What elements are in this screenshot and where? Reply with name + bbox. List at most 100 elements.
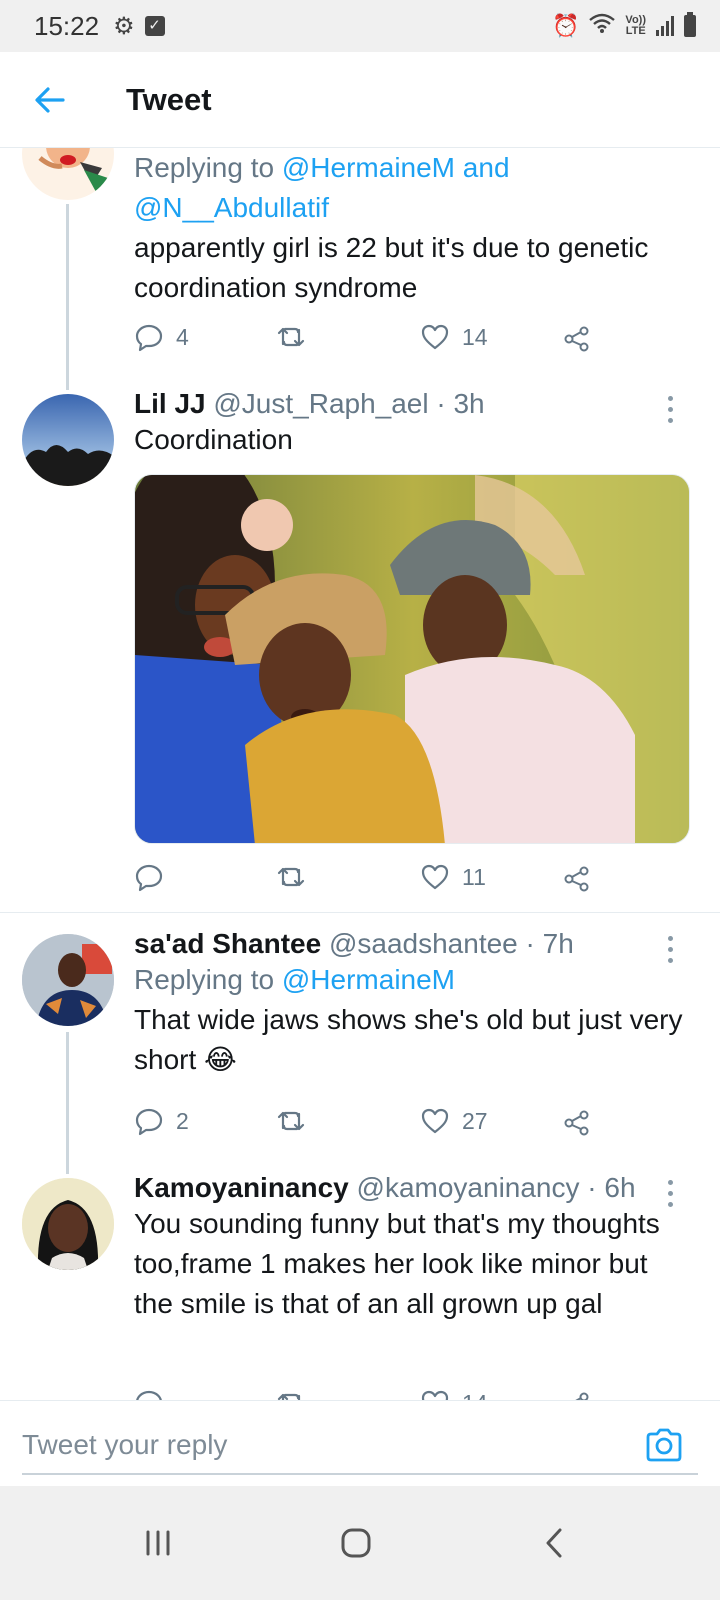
reply-input[interactable]: Tweet your reply: [22, 1415, 698, 1475]
status-bar: 15:22 ⚙ ✓ ⏰ Vo)) LTE: [0, 0, 720, 52]
like-icon: [421, 1108, 449, 1134]
user-name[interactable]: sa'ad Shantee: [134, 928, 321, 959]
alarm-icon: ⏰: [552, 13, 580, 38]
like-icon: [421, 1390, 449, 1400]
home-button[interactable]: [326, 1518, 386, 1568]
reply-button[interactable]: 2: [134, 1106, 189, 1136]
share-icon: [564, 866, 589, 892]
retweet-button[interactable]: [276, 322, 306, 352]
share-button[interactable]: [562, 1388, 592, 1400]
tweet-text: Coordination: [134, 424, 293, 455]
tweet-photo[interactable]: [134, 474, 690, 844]
app-header: Tweet: [0, 52, 720, 148]
reply-button[interactable]: 4: [134, 322, 189, 352]
back-icon: [546, 1528, 562, 1558]
reply-icon: [136, 1390, 162, 1400]
tweet-text: apparently girl is 22 but it's due to ge…: [134, 232, 649, 303]
reply-prefix: Replying to: [134, 152, 275, 183]
tweet-body: Lil JJ @Just_Raph_ael · 3h Coordination: [134, 388, 694, 460]
like-count: 27: [462, 1107, 488, 1134]
reply-icon: [135, 864, 163, 892]
user-handle[interactable]: @saadshantee · 7h: [329, 928, 574, 959]
share-icon: [564, 326, 589, 352]
tweet-header: sa'ad Shantee @saadshantee · 7h: [134, 928, 694, 960]
home-icon: [341, 1528, 371, 1558]
like-icon: [421, 864, 449, 890]
lte-bottom-label: LTE: [625, 25, 646, 37]
reply-button[interactable]: [134, 862, 176, 892]
like-button[interactable]: 14: [420, 322, 488, 352]
retweet-button[interactable]: [276, 1106, 306, 1136]
user-handle[interactable]: @kamoyaninancy · 6h: [357, 1172, 636, 1203]
tweet-3[interactable]: sa'ad Shantee @saadshantee · 7h Replying…: [0, 928, 720, 1174]
wifi-icon: [589, 13, 616, 39]
tweet-text: That wide jaws shows she's old but just …: [134, 1000, 694, 1080]
retweet-icon: [277, 1393, 301, 1400]
lte-indicator: Vo)) LTE: [625, 15, 646, 37]
tweet-actions: 2 27: [134, 1106, 614, 1146]
reply-prefix: Replying to: [134, 964, 275, 995]
tweet-body: Replying to @HermaineM and @N__Abdullati…: [134, 148, 694, 308]
share-button[interactable]: [562, 322, 592, 352]
share-icon: [575, 1392, 589, 1400]
more-icon[interactable]: [660, 396, 680, 423]
retweet-button[interactable]: [276, 862, 306, 892]
tweet-actions: 14: [134, 1388, 614, 1400]
like-button[interactable]: 11: [420, 862, 486, 892]
camera-icon: [646, 1428, 682, 1462]
like-button[interactable]: 14: [420, 1388, 488, 1400]
avatar[interactable]: [22, 148, 114, 200]
tweet-4[interactable]: Kamoyaninancy @kamoyaninancy · 6h You so…: [0, 1172, 720, 1400]
user-handle[interactable]: @Just_Raph_ael · 3h: [213, 388, 484, 419]
share-button[interactable]: [562, 862, 592, 892]
system-back-button[interactable]: [524, 1518, 584, 1568]
user-name[interactable]: Kamoyaninancy: [134, 1172, 349, 1203]
share-icon: [564, 1110, 589, 1136]
tweet-header: Kamoyaninancy @kamoyaninancy · 6h: [134, 1172, 694, 1204]
thread-line: [66, 204, 69, 390]
camera-button[interactable]: [644, 1425, 684, 1465]
share-button[interactable]: [562, 1106, 592, 1136]
reply-button[interactable]: [134, 1388, 176, 1400]
tweet-header: Lil JJ @Just_Raph_ael · 3h: [134, 388, 694, 420]
replying-to: Replying to @HermaineM and @N__Abdullati…: [134, 148, 694, 228]
reply-and: and: [462, 152, 510, 183]
more-icon[interactable]: [660, 936, 680, 963]
back-button[interactable]: [0, 52, 100, 148]
tweet-body: sa'ad Shantee @saadshantee · 7h Replying…: [134, 928, 694, 1080]
tweet-1[interactable]: Replying to @HermaineM and @N__Abdullati…: [0, 148, 720, 390]
page-title: Tweet: [126, 81, 212, 117]
back-arrow-icon: [35, 86, 65, 113]
like-button[interactable]: 27: [420, 1106, 488, 1136]
tweet-body: Kamoyaninancy @kamoyaninancy · 6h You so…: [134, 1172, 694, 1324]
mention-link[interactable]: @N__Abdullatif: [134, 192, 329, 223]
tweet-2[interactable]: Lil JJ @Just_Raph_ael · 3h Coordination: [0, 388, 720, 912]
like-count: 11: [462, 863, 486, 890]
tweet-actions: 4 14: [134, 322, 614, 362]
more-icon[interactable]: [660, 1180, 680, 1207]
avatar[interactable]: [22, 934, 114, 1026]
tweet-thread[interactable]: Replying to @HermaineM and @N__Abdullati…: [0, 148, 720, 1400]
status-icons: ⏰ Vo)) LTE: [552, 12, 696, 39]
status-time: 15:22: [34, 10, 100, 41]
reply-count: 4: [176, 323, 189, 350]
recent-apps-icon: [146, 1530, 170, 1556]
avatar[interactable]: [22, 1178, 114, 1270]
laughing-emoji: 😂: [204, 1044, 237, 1075]
reply-count: 2: [176, 1107, 189, 1134]
reply-icon: [135, 1108, 163, 1136]
settings-gear-icon: ⚙: [113, 12, 135, 40]
mention-link[interactable]: @HermaineM: [282, 152, 455, 183]
mention-link[interactable]: @HermaineM: [282, 964, 455, 995]
divider: [0, 912, 720, 913]
tweet-actions: 11: [134, 862, 614, 902]
retweet-icon: [277, 1111, 305, 1131]
reply-bar: Tweet your reply: [0, 1400, 720, 1486]
thread-line: [66, 1032, 69, 1174]
recent-apps-button[interactable]: [128, 1518, 188, 1568]
avatar[interactable]: [22, 394, 114, 486]
checkbox-notification-icon: ✓: [144, 16, 165, 36]
user-name[interactable]: Lil JJ: [134, 388, 206, 419]
retweet-button[interactable]: [276, 1388, 306, 1400]
like-count: 14: [462, 323, 488, 350]
